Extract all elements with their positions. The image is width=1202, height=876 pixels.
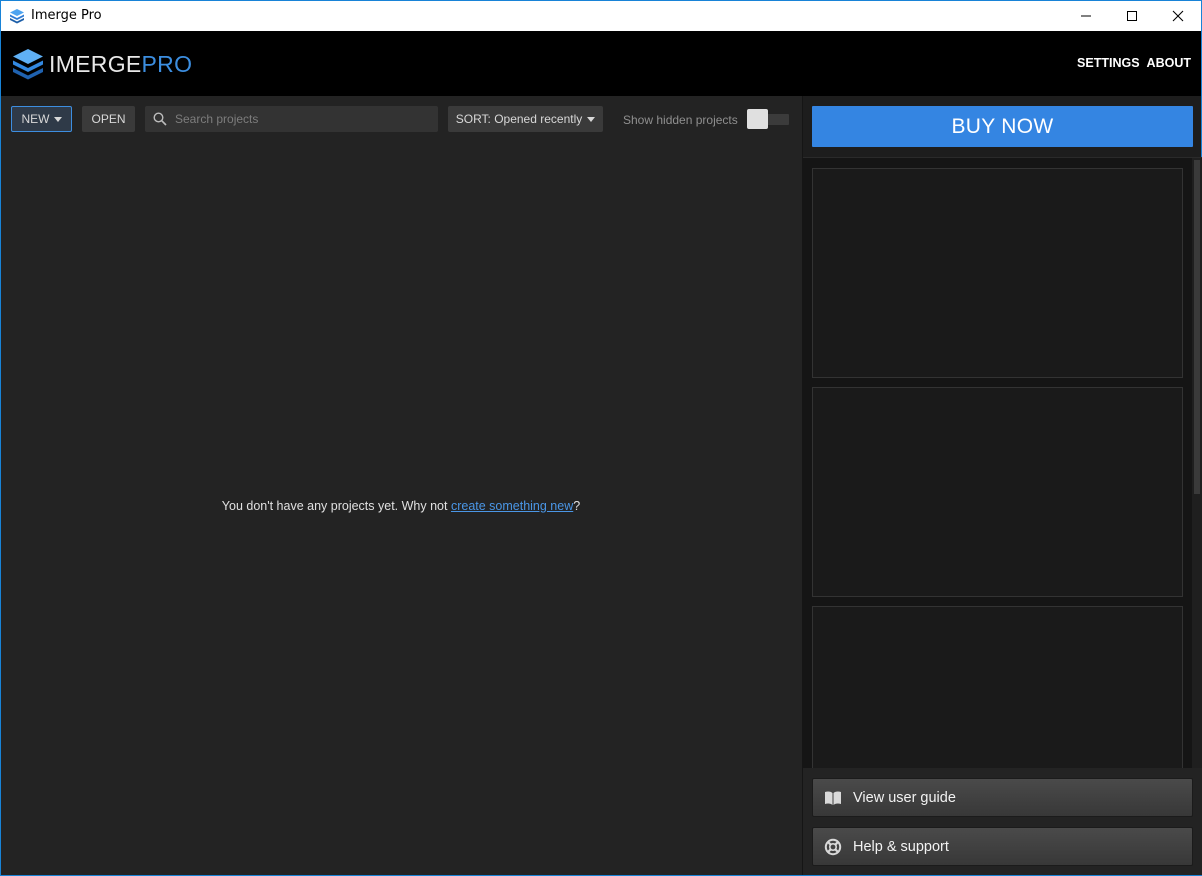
empty-projects-message: You don't have any projects yet. Why not… — [1, 499, 801, 513]
search-box[interactable] — [145, 106, 438, 132]
buy-now-button[interactable]: BUY NOW — [812, 106, 1193, 147]
scrollbar-thumb[interactable] — [1194, 160, 1200, 494]
sidebar-panel: BUY NOW View user guide Help & support — [802, 96, 1202, 875]
close-icon — [1172, 10, 1184, 22]
projects-toolbar: NEW OPEN SORT: Opened recently Show hidd… — [1, 96, 801, 142]
app-header: IMERGEPRO SETTINGS ABOUT — [1, 31, 1201, 96]
create-new-link[interactable]: create something new — [451, 499, 573, 513]
feed-card[interactable] — [812, 168, 1183, 378]
sort-label: SORT: Opened recently — [455, 112, 583, 126]
feed-card[interactable] — [812, 606, 1183, 768]
settings-link[interactable]: SETTINGS — [1077, 56, 1140, 70]
empty-prefix: You don't have any projects yet. Why not — [221, 499, 451, 513]
new-button-label: NEW — [21, 112, 50, 126]
help-support-button[interactable]: Help & support — [812, 827, 1193, 866]
sidebar-actions: View user guide Help & support — [803, 768, 1202, 875]
view-user-guide-label: View user guide — [853, 789, 956, 806]
app-logo-icon — [10, 9, 24, 24]
sort-dropdown[interactable]: SORT: Opened recently — [448, 106, 603, 132]
toggle-knob[interactable] — [747, 109, 768, 129]
logo-secondary: PRO — [141, 51, 193, 77]
show-hidden-toggle[interactable] — [747, 109, 789, 129]
search-icon — [153, 112, 167, 126]
title-bar: Imerge Pro — [1, 1, 1201, 31]
maximize-icon — [1127, 11, 1137, 21]
open-button-label: OPEN — [91, 112, 126, 126]
logo-primary: IMERGE — [49, 51, 142, 77]
minimize-icon — [1081, 15, 1091, 17]
feed-card[interactable] — [812, 387, 1183, 597]
app-logo: IMERGEPRO — [49, 51, 192, 78]
search-input[interactable] — [175, 112, 425, 126]
feed-scrollbar[interactable] — [1192, 158, 1202, 768]
app-window: Imerge Pro IMERGEPRO SETTINGS ABOUT NEW — [0, 0, 1202, 876]
maximize-button[interactable] — [1109, 1, 1155, 31]
layers-logo-icon — [13, 49, 43, 80]
close-button[interactable] — [1155, 1, 1201, 31]
news-feed — [803, 157, 1202, 768]
lifebuoy-icon — [823, 837, 843, 857]
projects-panel: NEW OPEN SORT: Opened recently Show hidd… — [1, 96, 801, 875]
header-nav: SETTINGS ABOUT — [1077, 56, 1191, 70]
show-hidden-label: Show hidden projects — [623, 113, 738, 127]
new-button[interactable]: NEW — [11, 106, 72, 132]
help-support-label: Help & support — [853, 838, 949, 855]
chevron-down-icon — [587, 116, 596, 122]
chevron-down-icon — [53, 116, 62, 122]
empty-suffix: ? — [573, 499, 581, 513]
minimize-button[interactable] — [1063, 1, 1109, 31]
view-user-guide-button[interactable]: View user guide — [812, 778, 1193, 817]
book-icon — [823, 788, 843, 808]
open-button[interactable]: OPEN — [82, 106, 135, 132]
about-link[interactable]: ABOUT — [1147, 56, 1191, 70]
window-title: Imerge Pro — [31, 8, 102, 23]
